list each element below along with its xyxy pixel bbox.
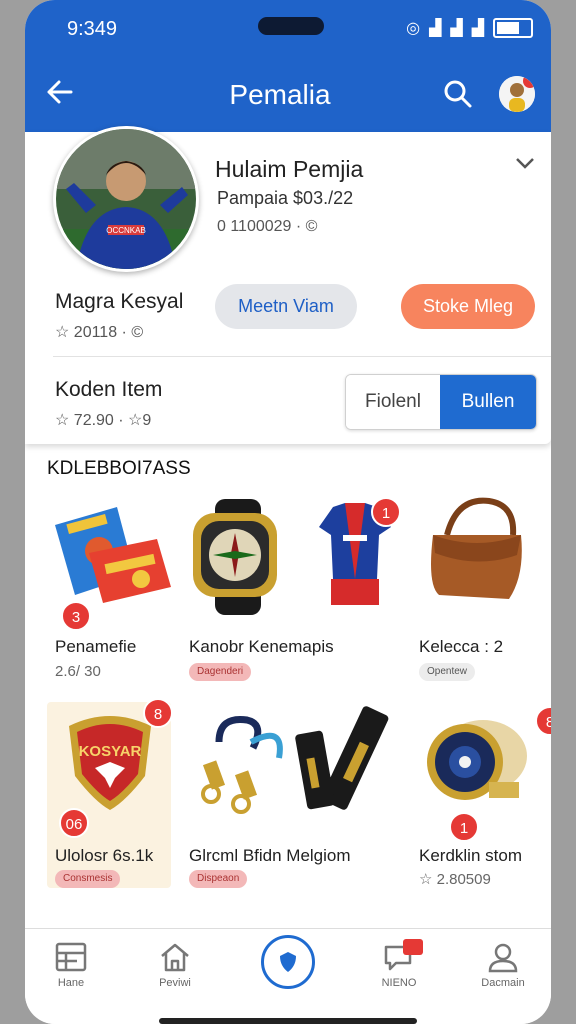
row2-title: Koden Item xyxy=(55,378,163,401)
segment-right[interactable]: Bullen xyxy=(440,375,536,429)
app-bar: Pemalia xyxy=(25,57,551,132)
status-bar: 9:349 ◎ ▟ ▟ ▟ xyxy=(25,0,551,57)
status-time: 9:349 xyxy=(67,18,118,40)
section-title: KDLEBBOI7ASS xyxy=(47,458,191,479)
notification-badge xyxy=(403,939,423,955)
segment-left[interactable]: Fiolenl xyxy=(346,375,440,429)
count-badge: 8 xyxy=(143,698,173,728)
profile-subtitle: Pampaia $03./22 xyxy=(217,188,354,208)
coin-holder-icon: 8 1 xyxy=(419,702,551,842)
profile-card: OCCNKAB Hulaim Pemjia Pampaia $03./22 0 … xyxy=(25,126,551,444)
notification-dot xyxy=(523,76,535,88)
nav-item-peviwi[interactable]: Peviwi xyxy=(135,941,215,989)
home-indicator xyxy=(159,1018,417,1024)
nav-label: Dacmain xyxy=(481,977,525,989)
row1-title: Magra Kesyal xyxy=(55,290,184,313)
alarm-icon: ◎ xyxy=(406,20,421,37)
item-tag: Consmesis xyxy=(55,870,121,888)
item-label: Kanobr Kenemapis xyxy=(189,637,334,656)
list-item[interactable]: Glrcml Bfidn Melgiom Dispeaon xyxy=(189,702,351,888)
svg-text:OCCNKAB: OCCNKAB xyxy=(106,226,146,235)
row2-sub: ☆ 72.90 · ☆9 xyxy=(55,412,152,429)
nav-label: Peviwi xyxy=(159,977,191,989)
count-badge: 1 xyxy=(449,812,479,842)
nav-label: NIENO xyxy=(381,977,417,989)
center-action-button[interactable] xyxy=(261,935,315,989)
search-icon[interactable] xyxy=(441,77,475,111)
keychain-icon xyxy=(189,702,309,814)
item-tag: Dagenderi xyxy=(189,663,252,681)
profile-avatar[interactable]: OCCNKAB xyxy=(53,126,199,272)
phone-screen: 9:349 ◎ ▟ ▟ ▟ Pemalia OCCNKAB Hulaim Pem… xyxy=(25,0,551,1024)
svg-text:KOSYAR: KOSYAR xyxy=(79,743,142,760)
count-badge: 3 xyxy=(61,601,91,631)
list-item[interactable]: Kelecca : 2 Opentew xyxy=(417,495,537,685)
chevron-down-icon[interactable] xyxy=(515,154,535,175)
lanyard-icon xyxy=(295,702,415,812)
item-label: Kelecca : 2 xyxy=(419,637,504,656)
list-item[interactable]: Kanobr Kenemapis Dagenderi xyxy=(189,495,334,685)
count-badge: 8 xyxy=(535,706,551,736)
list-item[interactable] xyxy=(295,702,415,822)
nav-item-nieno[interactable]: NIENO xyxy=(359,939,439,989)
nav-label: Hane xyxy=(57,977,85,989)
divider xyxy=(53,356,551,357)
watch-icon xyxy=(189,495,309,615)
item-meta: ☆ 2.80509 xyxy=(419,871,491,888)
camera-notch xyxy=(258,17,324,35)
battery-icon xyxy=(493,18,533,38)
list-item[interactable]: 8 1 Kerdklin stom ☆ 2.80509 xyxy=(419,702,551,888)
crest-icon: KOSYAR 8 06 xyxy=(55,698,175,838)
list-item[interactable]: KOSYAR 8 06 Ulolosr 6s.1k Consmesis xyxy=(55,698,175,888)
item-label: Kerdklin stom xyxy=(419,846,522,865)
snack-pack-icon: 3 xyxy=(47,495,171,631)
bottom-nav: Hane Peviwi NIENO Dacmain xyxy=(25,928,551,1024)
profile-name: Hulaim Pemjia xyxy=(215,156,364,182)
count-badge: 06 xyxy=(59,808,89,838)
home-icon xyxy=(161,943,189,972)
wifi-icon: ▟ xyxy=(450,20,463,37)
primary-button[interactable]: Stoke Mleg xyxy=(401,284,535,329)
count-badge: 1 xyxy=(371,497,401,527)
list-item[interactable]: 3 Penamefie 2.6/ 30 xyxy=(47,495,171,685)
status-icons: ◎ ▟ ▟ ▟ xyxy=(406,18,533,38)
segmented-control: Fiolenl Bullen xyxy=(345,374,537,430)
profile-stats: 0 1100029 · © xyxy=(217,218,318,235)
item-label: Ulolosr 6s.1k xyxy=(55,846,154,865)
shield-icon xyxy=(280,952,296,972)
leather-bag-icon xyxy=(417,495,537,605)
nav-item-home[interactable]: Hane xyxy=(31,941,111,989)
nav-item-dacmain[interactable]: Dacmain xyxy=(463,941,543,989)
item-tag: Dispeaon xyxy=(189,870,248,888)
item-meta: 2.6/ 30 xyxy=(55,663,101,680)
item-tag: Opentew xyxy=(419,663,476,681)
row1-sub: ☆ 20118 · © xyxy=(55,324,144,341)
signal-icon: ▟ xyxy=(429,20,442,37)
secondary-button[interactable]: Meetn Viam xyxy=(215,284,357,329)
grid-icon xyxy=(55,942,87,972)
user-icon xyxy=(488,943,518,973)
data-icon: ▟ xyxy=(471,20,484,37)
item-label: Penamefie xyxy=(55,637,137,656)
item-label: Glrcml Bfidn Melgiom xyxy=(189,846,351,865)
account-avatar[interactable] xyxy=(499,76,535,112)
